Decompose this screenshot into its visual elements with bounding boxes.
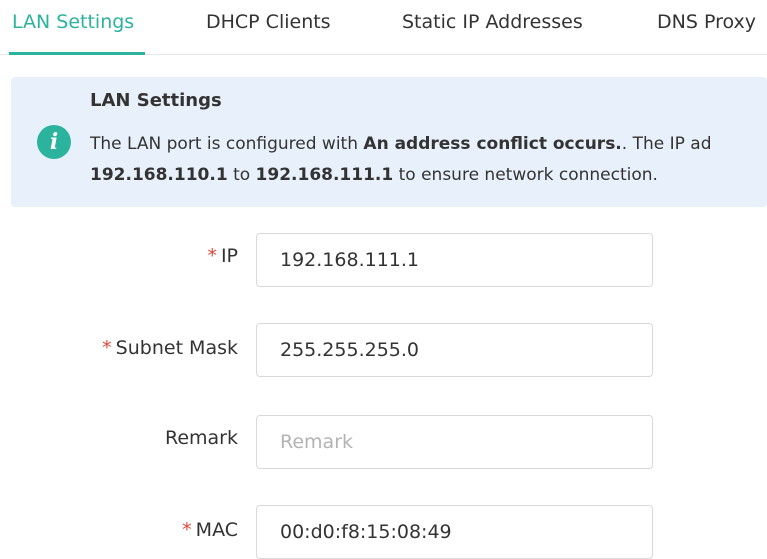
info-notice: i LAN Settings The LAN port is configure…	[11, 77, 767, 207]
notice-text: The LAN port is configured with	[90, 134, 364, 154]
notice-text: to ensure network connection.	[393, 165, 658, 185]
ip-label: * IP	[207, 245, 238, 267]
required-mark: *	[207, 245, 217, 267]
mac-input[interactable]	[256, 505, 653, 559]
notice-title: LAN Settings	[90, 90, 222, 111]
notice-message-line-1: The LAN port is configured with An addre…	[90, 134, 712, 154]
required-mark: *	[102, 337, 112, 359]
tab-lan-settings[interactable]: LAN Settings	[12, 11, 134, 33]
info-icon: i	[37, 125, 71, 159]
remark-input[interactable]	[256, 415, 653, 469]
tab-dns-proxy[interactable]: DNS Proxy	[657, 11, 756, 33]
notice-message-line-2: 192.168.110.1 to 192.168.111.1 to ensure…	[90, 165, 658, 185]
required-mark: *	[182, 519, 192, 541]
notice-text: to	[227, 165, 256, 185]
notice-conflict-text: An address conflict occurs.	[363, 134, 622, 154]
tab-static-ip-addresses[interactable]: Static IP Addresses	[402, 11, 583, 33]
active-tab-indicator	[9, 52, 145, 55]
remark-label: Remark	[164, 427, 238, 449]
notice-text: . The IP ad	[621, 134, 712, 154]
ip-input[interactable]	[256, 233, 653, 287]
mac-label: * MAC	[182, 519, 238, 541]
tab-bar: LAN Settings DHCP Clients Static IP Addr…	[0, 0, 767, 55]
tab-dhcp-clients[interactable]: DHCP Clients	[206, 11, 331, 33]
subnet-mask-label: * Subnet Mask	[102, 337, 238, 359]
notice-new-ip: 192.168.111.1	[255, 165, 394, 185]
notice-old-ip: 192.168.110.1	[90, 165, 228, 185]
subnet-mask-input[interactable]	[256, 323, 653, 377]
